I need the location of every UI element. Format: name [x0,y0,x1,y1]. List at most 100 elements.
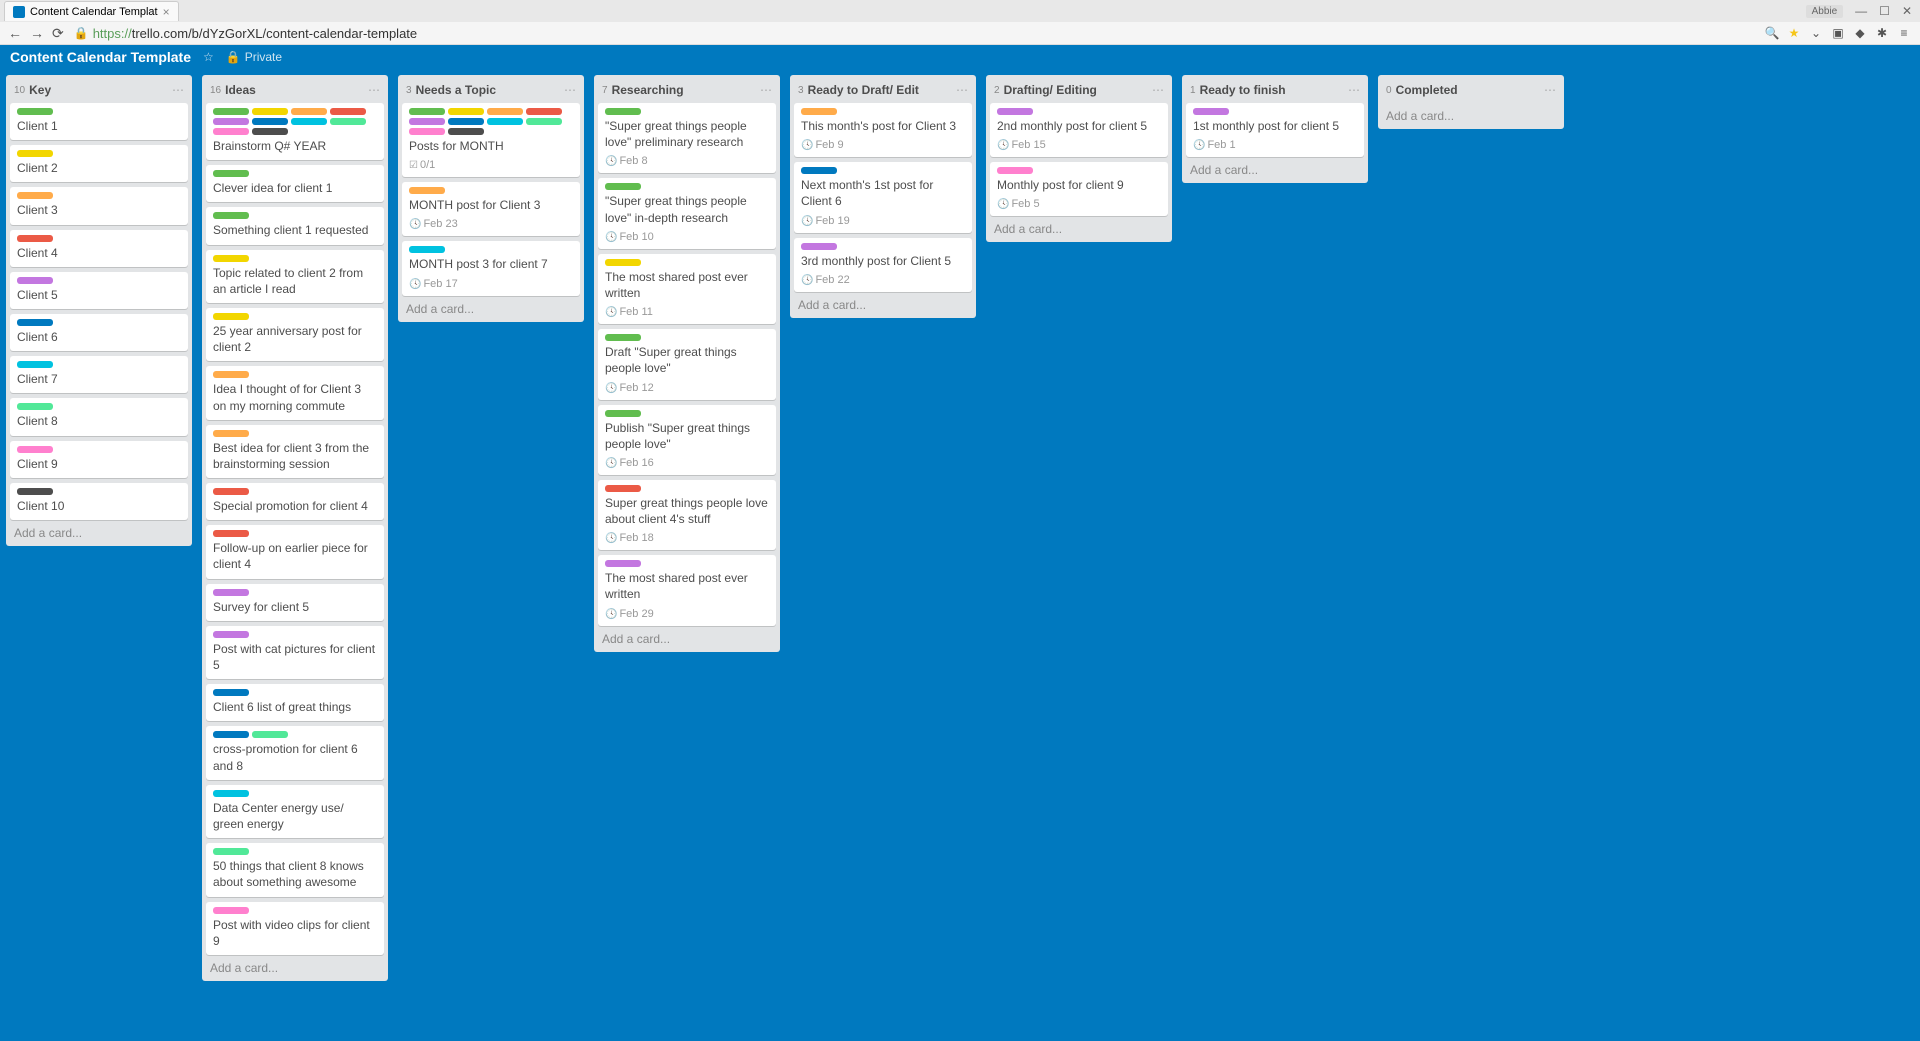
label-blue [213,689,249,696]
card[interactable]: 50 things that client 8 knows about some… [206,843,384,896]
card[interactable]: Special promotion for client 4 [206,483,384,520]
card[interactable]: Client 2 [10,145,188,182]
card[interactable]: Client 1 [10,103,188,140]
board-canvas[interactable]: 10Key⋯Client 1 Client 2 Client 3 Client 4 Cl… [0,69,1920,1041]
card[interactable]: Topic related to client 2 from an articl… [206,250,384,303]
card[interactable]: 1st monthly post for client 5Feb 1 [1186,103,1364,157]
browser-tab[interactable]: Content Calendar Templat × [4,1,179,21]
card[interactable]: Post with cat pictures for client 5 [206,626,384,679]
star-board-icon[interactable]: ☆ [203,50,214,64]
card[interactable]: Something client 1 requested [206,207,384,244]
menu-icon[interactable]: ≡ [1896,25,1912,41]
card-badges: Feb 29 [605,608,769,620]
card[interactable]: 25 year anniversary post for client 2 [206,308,384,361]
card[interactable]: Draft "Super great things people love"Fe… [598,329,776,399]
add-card-button[interactable]: Add a card... [1382,103,1560,125]
add-card-button[interactable]: Add a card... [206,955,384,977]
reload-icon[interactable]: ⟳ [52,25,64,42]
tab-close-icon[interactable]: × [163,5,170,19]
list-header[interactable]: 2Drafting/ Editing⋯ [990,79,1168,103]
list-header[interactable]: 3Needs a Topic⋯ [402,79,580,103]
back-icon[interactable]: ← [8,25,22,42]
list-menu-icon[interactable]: ⋯ [760,83,772,97]
list-count: 3 [406,85,412,96]
list-menu-icon[interactable]: ⋯ [1348,83,1360,97]
card[interactable]: The most shared post ever writtenFeb 11 [598,254,776,324]
list-menu-icon[interactable]: ⋯ [368,83,380,97]
list-menu-icon[interactable]: ⋯ [1152,83,1164,97]
card[interactable]: Next month's 1st post for Client 6Feb 19 [794,162,972,232]
label-green [213,212,249,219]
card[interactable]: MONTH post for Client 3Feb 23 [402,182,580,236]
list-header[interactable]: 16Ideas⋯ [206,79,384,103]
card[interactable]: Client 8 [10,398,188,435]
add-card-button[interactable]: Add a card... [990,216,1168,238]
card[interactable]: Idea I thought of for Client 3 on my mor… [206,366,384,419]
star-icon[interactable]: ★ [1786,25,1802,41]
card[interactable]: Client 3 [10,187,188,224]
minimize-icon[interactable]: — [1855,4,1867,18]
url-input[interactable]: 🔒 https://trello.com/b/dYzGorXL/content-… [74,26,1754,41]
maximize-icon[interactable]: ☐ [1879,4,1890,18]
list-header[interactable]: 3Ready to Draft/ Edit⋯ [794,79,972,103]
card-labels [17,403,181,410]
card[interactable]: Client 6 [10,314,188,351]
card[interactable]: Survey for client 5 [206,584,384,621]
card[interactable]: 2nd monthly post for client 5Feb 15 [990,103,1168,157]
card[interactable]: MONTH post 3 for client 7Feb 17 [402,241,580,295]
card[interactable]: Publish "Super great things people love"… [598,405,776,475]
ext2-icon[interactable]: ◆ [1852,25,1868,41]
forward-icon[interactable]: → [30,25,44,42]
list-header[interactable]: 10Key⋯ [10,79,188,103]
list-header[interactable]: 7Researching⋯ [598,79,776,103]
pocket-icon[interactable]: ⌄ [1808,25,1824,41]
add-card-button[interactable]: Add a card... [402,296,580,318]
visibility-button[interactable]: 🔒 Private [226,50,282,64]
add-card-button[interactable]: Add a card... [10,520,188,542]
card[interactable]: Client 7 [10,356,188,393]
card-labels [17,150,181,157]
card[interactable]: Monthly post for client 9Feb 5 [990,162,1168,216]
list-count: 16 [210,85,221,96]
board-title[interactable]: Content Calendar Template [10,49,191,65]
card-labels [1193,108,1357,115]
list-header[interactable]: 1Ready to finish⋯ [1186,79,1364,103]
close-window-icon[interactable]: ✕ [1902,4,1912,18]
card[interactable]: Posts for MONTH0/1 [402,103,580,177]
card[interactable]: 3rd monthly post for Client 5Feb 22 [794,238,972,292]
card[interactable]: Best idea for client 3 from the brainsto… [206,425,384,478]
list-menu-icon[interactable]: ⋯ [564,83,576,97]
card[interactable]: Super great things people love about cli… [598,480,776,550]
card[interactable]: Post with video clips for client 9 [206,902,384,955]
list-menu-icon[interactable]: ⋯ [1544,83,1556,97]
card[interactable]: This month's post for Client 3Feb 9 [794,103,972,157]
card[interactable]: Client 10 [10,483,188,520]
add-card-button[interactable]: Add a card... [598,626,776,648]
label-orange [213,371,249,378]
url-protocol: https:// [93,26,132,41]
card[interactable]: Clever idea for client 1 [206,165,384,202]
card[interactable]: Client 6 list of great things [206,684,384,721]
list-header[interactable]: 0Completed⋯ [1382,79,1560,103]
card[interactable]: Brainstorm Q# YEAR [206,103,384,160]
card[interactable]: Client 9 [10,441,188,478]
card[interactable]: Follow-up on earlier piece for client 4 [206,525,384,578]
card-title: "Super great things people love" in-dept… [605,193,769,225]
add-card-button[interactable]: Add a card... [794,292,972,314]
evernote-icon[interactable]: ✱ [1874,25,1890,41]
card[interactable]: The most shared post ever writtenFeb 29 [598,555,776,625]
list-menu-icon[interactable]: ⋯ [956,83,968,97]
card[interactable]: Client 4 [10,230,188,267]
list-menu-icon[interactable]: ⋯ [172,83,184,97]
board-header: Content Calendar Template ☆ 🔒 Private [0,45,1920,69]
card[interactable]: cross-promotion for client 6 and 8 [206,726,384,779]
add-card-button[interactable]: Add a card... [1186,157,1364,179]
due-date-badge: Feb 11 [605,306,653,318]
card[interactable]: "Super great things people love" prelimi… [598,103,776,173]
search-icon[interactable]: 🔍 [1764,25,1780,41]
ext1-icon[interactable]: ▣ [1830,25,1846,41]
profile-label[interactable]: Abbie [1806,5,1844,18]
card[interactable]: "Super great things people love" in-dept… [598,178,776,248]
card[interactable]: Data Center energy use/ green energy [206,785,384,838]
card[interactable]: Client 5 [10,272,188,309]
